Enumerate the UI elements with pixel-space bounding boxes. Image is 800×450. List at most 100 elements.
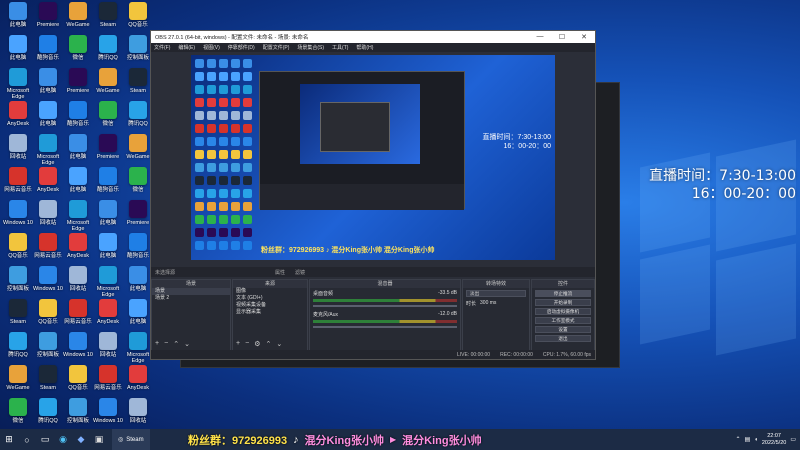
desktop-icon[interactable]: WeGame — [62, 2, 94, 28]
desktop-icon[interactable]: QQ音乐 — [2, 233, 34, 259]
settings-button[interactable]: 设置 — [535, 326, 591, 333]
notification-icon[interactable]: ▭ — [790, 436, 796, 443]
remove-icon[interactable]: − — [245, 340, 249, 348]
menu-docks[interactable]: 停靠部件(D) — [228, 44, 255, 51]
search-icon[interactable]: ○ — [18, 429, 36, 450]
desktop-icon[interactable]: QQ音乐 — [32, 299, 64, 325]
chevron-up-icon[interactable]: ⌃ — [736, 436, 741, 443]
desktop-icon[interactable]: Steam — [2, 299, 34, 325]
desktop-icon[interactable]: Steam — [92, 2, 124, 28]
desktop-icon[interactable]: 腾讯QQ — [2, 332, 34, 358]
desktop-icon[interactable]: AnyDesk — [122, 365, 154, 391]
properties-button[interactable]: 属性 — [275, 269, 285, 276]
exit-button[interactable]: 退出 — [535, 335, 591, 342]
desktop-icon[interactable]: 回收站 — [32, 200, 64, 226]
desktop-icon[interactable]: AnyDesk — [62, 233, 94, 259]
source-item[interactable]: 视频采集设备 — [233, 302, 307, 309]
desktop-icon[interactable]: Microsoft Edge — [2, 68, 34, 100]
duration-input[interactable]: 300 ms — [480, 300, 496, 307]
task-view-icon[interactable]: ▭ — [36, 429, 54, 450]
desktop-icon[interactable]: 回收站 — [92, 332, 124, 358]
desktop-icon[interactable]: 网易云音乐 — [62, 299, 94, 325]
desktop-icon[interactable]: 回收站 — [2, 134, 34, 160]
taskbar-steam[interactable]: ◎ Steam — [112, 429, 150, 450]
desktop-icon[interactable]: Microsoft Edge — [62, 200, 94, 232]
desktop-icon[interactable]: 此电脑 — [32, 68, 64, 94]
maximize-icon[interactable]: ☐ — [551, 33, 573, 41]
menu-tools[interactable]: 工具(T) — [332, 44, 348, 51]
clock[interactable]: 22:07 2022/5/20 — [762, 433, 786, 447]
desktop-icon[interactable]: 酷狗音乐 — [92, 167, 124, 193]
app-icon[interactable]: ◆ — [72, 429, 90, 450]
up-icon[interactable]: ⌃ — [265, 340, 271, 348]
start-recording-button[interactable]: 开始录制 — [535, 299, 591, 306]
close-icon[interactable]: ✕ — [573, 33, 595, 41]
desktop-icon[interactable]: 此电脑 — [32, 101, 64, 127]
desktop-icon[interactable]: AnyDesk — [92, 299, 124, 325]
windows-start-icon[interactable]: ⊞ — [0, 429, 18, 450]
desktop-icon[interactable]: QQ音乐 — [122, 2, 154, 28]
menu-file[interactable]: 文件(F) — [154, 44, 170, 51]
menu-scene-collection[interactable]: 场景集合(S) — [297, 44, 324, 51]
desktop-icon[interactable]: AnyDesk — [2, 101, 34, 127]
menu-profile[interactable]: 配置文件(P) — [263, 44, 290, 51]
desktop-icon[interactable]: Windows 10 — [2, 200, 34, 226]
remove-icon[interactable]: − — [164, 340, 168, 348]
desktop-icon[interactable]: 腾讯QQ — [92, 35, 124, 61]
volume-icon[interactable]: ◖ — [754, 437, 758, 443]
desktop-icon[interactable]: Microsoft Edge — [32, 134, 64, 166]
desktop-icon[interactable]: 腾讯QQ — [32, 398, 64, 424]
edge-icon[interactable]: ◉ — [54, 429, 72, 450]
desktop-icon[interactable]: 回收站 — [62, 266, 94, 292]
desktop-icon[interactable]: 微信 — [62, 35, 94, 61]
desktop-icon[interactable]: WeGame — [92, 68, 124, 94]
gear-icon[interactable]: ⚙ — [254, 340, 260, 348]
menu-edit[interactable]: 编辑(E) — [178, 44, 195, 51]
desktop-icon[interactable]: Windows 10 — [62, 332, 94, 358]
desktop-icon[interactable]: Windows 10 — [92, 398, 124, 424]
desktop-icon[interactable]: AnyDesk — [32, 167, 64, 193]
obs-window[interactable]: OBS 27.0.1 (64-bit, windows) - 配置文件: 未命名… — [150, 30, 596, 360]
desktop-icon[interactable]: 网易云音乐 — [92, 365, 124, 391]
stop-streaming-button[interactable]: 停止推流 — [535, 290, 591, 297]
desktop-icon[interactable]: Premiere — [92, 134, 124, 160]
desktop-icon[interactable]: 回收站 — [122, 398, 154, 424]
desktop-icon[interactable]: 此电脑 — [2, 2, 34, 28]
desktop-icon[interactable]: 此电脑 — [2, 35, 34, 61]
desktop-icon[interactable]: WeGame — [2, 365, 34, 391]
up-icon[interactable]: ⌃ — [173, 340, 179, 348]
add-icon[interactable]: + — [236, 340, 240, 348]
desktop-icon[interactable]: QQ音乐 — [62, 365, 94, 391]
studio-mode-button[interactable]: 工作室模式 — [535, 317, 591, 324]
desktop-icon[interactable]: 此电脑 — [62, 134, 94, 160]
obs-preview[interactable]: 直播时间：7:30-13:00 16：00-20：00 粉丝群：97292699… — [191, 55, 555, 260]
desktop-icon[interactable]: Premiere — [62, 68, 94, 94]
desktop-icon[interactable]: 此电脑 — [92, 233, 124, 259]
desktop-icon[interactable]: 微信 — [2, 398, 34, 424]
source-item[interactable]: 显示器采集 — [233, 309, 307, 316]
app-icon[interactable]: ▣ — [90, 429, 108, 450]
desktop-icon[interactable]: Premiere — [32, 2, 64, 28]
obs-titlebar[interactable]: OBS 27.0.1 (64-bit, windows) - 配置文件: 未命名… — [151, 31, 595, 43]
menu-help[interactable]: 帮助(H) — [356, 44, 373, 51]
start-virtual-camera-button[interactable]: 启动虚拟摄像机 — [535, 308, 591, 315]
menu-view[interactable]: 视图(V) — [203, 44, 220, 51]
add-icon[interactable]: + — [155, 340, 159, 348]
desktop-icon[interactable]: 此电脑 — [92, 200, 124, 226]
desktop-icon[interactable]: 控制面板 — [32, 332, 64, 358]
desktop-icon[interactable]: 微信 — [92, 101, 124, 127]
volume-slider[interactable] — [313, 305, 457, 307]
desktop-icon[interactable]: Steam — [32, 365, 64, 391]
desktop-icon[interactable]: 酷狗音乐 — [62, 101, 94, 127]
desktop-icon[interactable]: Microsoft Edge — [92, 266, 124, 298]
desktop-icon[interactable]: 网易云音乐 — [32, 233, 64, 259]
source-item[interactable]: 图像 — [233, 288, 307, 295]
network-icon[interactable]: ▤ — [745, 436, 751, 443]
desktop-icon[interactable]: 网易云音乐 — [2, 167, 34, 193]
minimize-icon[interactable]: — — [529, 33, 551, 41]
desktop-icon[interactable]: 此电脑 — [62, 167, 94, 193]
transition-select[interactable]: 淡出 — [466, 290, 526, 297]
desktop-icon[interactable]: 酷狗音乐 — [32, 35, 64, 61]
scene-item[interactable]: 场景 — [152, 288, 230, 295]
desktop-icon[interactable]: Windows 10 — [32, 266, 64, 292]
